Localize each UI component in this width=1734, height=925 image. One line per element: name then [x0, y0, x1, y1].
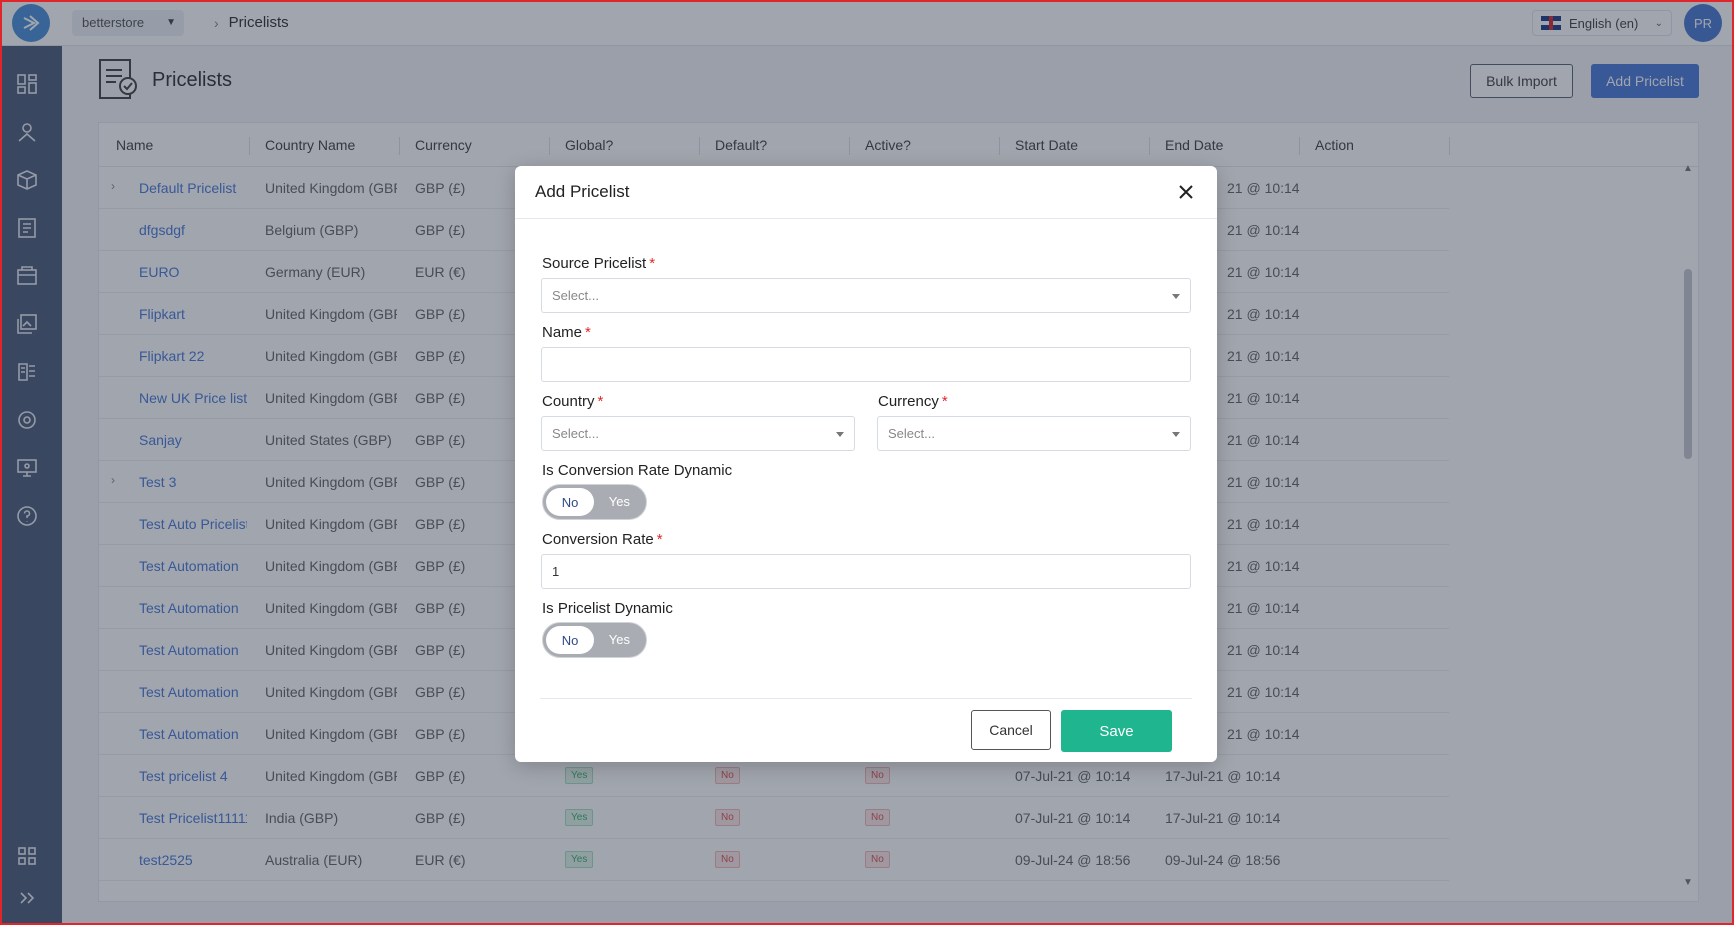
country-placeholder: Select... [552, 426, 599, 441]
modal-header: Add Pricelist [515, 166, 1217, 219]
modal-title: Add Pricelist [535, 182, 630, 201]
currency-label: Currency * [878, 393, 948, 410]
conversion-rate-input[interactable] [541, 554, 1191, 589]
cancel-button[interactable]: Cancel [971, 710, 1051, 750]
pricelist-dynamic-label: Is Pricelist Dynamic [542, 600, 673, 617]
conversion-rate-label: Conversion Rate * [542, 531, 663, 548]
add-pricelist-modal: Add Pricelist Source Pricelist * Select..… [515, 166, 1217, 762]
close-icon[interactable] [1175, 181, 1197, 203]
country-select[interactable]: Select... [541, 416, 855, 451]
toggle-yes-option[interactable]: Yes [609, 494, 630, 509]
currency-select[interactable]: Select... [877, 416, 1191, 451]
currency-placeholder: Select... [888, 426, 935, 441]
name-input[interactable] [541, 347, 1191, 382]
modal-divider [540, 698, 1192, 699]
caret-down-icon [1172, 294, 1180, 299]
country-label: Country * [542, 393, 604, 410]
source-pricelist-label: Source Pricelist * [542, 255, 656, 272]
conversion-rate-dynamic-label: Is Conversion Rate Dynamic [542, 462, 733, 479]
toggle-no-option[interactable]: No [546, 626, 594, 654]
source-pricelist-placeholder: Select... [552, 288, 599, 303]
toggle-yes-option[interactable]: Yes [609, 632, 630, 647]
source-pricelist-select[interactable]: Select... [541, 278, 1191, 313]
name-label: Name * [542, 324, 591, 341]
pricelist-dynamic-toggle[interactable]: No Yes [542, 622, 647, 658]
caret-down-icon [1172, 432, 1180, 437]
toggle-no-option[interactable]: No [546, 488, 594, 516]
caret-down-icon [836, 432, 844, 437]
conversion-rate-dynamic-toggle[interactable]: No Yes [542, 484, 647, 520]
save-button[interactable]: Save [1061, 710, 1172, 752]
